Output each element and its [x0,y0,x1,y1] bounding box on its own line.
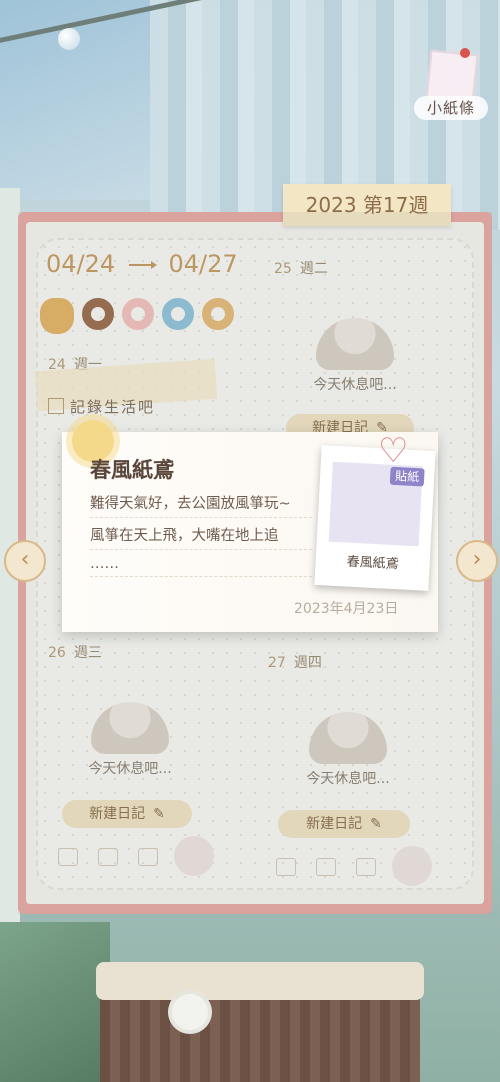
check-box[interactable] [58,848,78,866]
sleeping-character-icon [91,702,169,754]
rest-placeholder-26: 今天休息吧... [84,702,176,778]
check-box[interactable] [276,858,296,876]
date-start: 04/24 [46,250,116,278]
mood-slot[interactable] [174,836,214,876]
edit-icon: ✎ [370,816,382,832]
mood-row [40,298,234,334]
new-diary-button-26[interactable]: 新建日記 ✎ [62,800,192,828]
entry-title: 春風紙鳶 [90,457,174,482]
check-box[interactable] [356,858,376,876]
prev-week-button[interactable]: ‹ [4,540,46,582]
day-header-26: 26 週三 [48,645,102,661]
pin-icon [460,48,470,58]
checkbox-icon [48,398,64,414]
checklist-26 [58,848,158,866]
new-diary-button-27[interactable]: 新建日記 ✎ [278,810,410,838]
cat-icon[interactable] [40,298,74,334]
sleeping-character-icon [316,318,394,370]
donut-pink-icon[interactable] [122,298,154,330]
checklist-27 [276,858,376,876]
day-header-25: 25 週二 [274,261,328,277]
entry-line-1: 難得天氣好，去公園放風箏玩~ [90,492,312,518]
chevron-left-icon: ‹ [20,547,30,572]
next-week-button[interactable]: › [456,540,498,582]
donut-gold-icon[interactable] [202,298,234,330]
window-sky [0,0,160,200]
heart-icon: ♡ [378,431,409,471]
mood-slot[interactable] [392,846,432,886]
entry-line-3: …… [90,556,312,577]
check-box[interactable] [138,848,158,866]
date-end: 04/27 [168,250,238,278]
week-tab: 2023 第17週 [283,184,451,226]
chevron-right-icon: › [472,547,482,572]
donut-blue-icon[interactable] [162,298,194,330]
check-box[interactable] [98,848,118,866]
rest-placeholder-25: 今天休息吧... [310,318,400,394]
sticker-polaroid[interactable]: 貼紙 春風紙鳶 [314,445,436,591]
edit-icon: ✎ [153,806,165,822]
flower-icon [172,994,208,1030]
sticker-caption: 春風紙鳶 [346,554,399,573]
check-box[interactable] [316,858,336,876]
rest-placeholder-27: 今天休息吧... [302,712,394,788]
arrow-right-icon [128,261,157,269]
plant-decoration [0,922,110,1082]
donut-brown-icon[interactable] [82,298,114,330]
sticky-note-label: 小紙條 [414,96,488,120]
sticky-note-button[interactable]: 小紙條 [414,48,488,122]
day-header-27: 27 週四 [268,655,322,671]
sleeping-character-icon [309,712,387,764]
entry-date: 2023年4月23日 [294,601,399,617]
date-range: 04/24 04/27 [46,250,238,278]
basket-lid [96,962,424,1000]
bubble-decoration [58,28,80,50]
task-record-life[interactable]: 記錄生活吧 [48,396,155,417]
entry-line-2: 風箏在天上飛，大嘴在地上追 [90,524,312,550]
